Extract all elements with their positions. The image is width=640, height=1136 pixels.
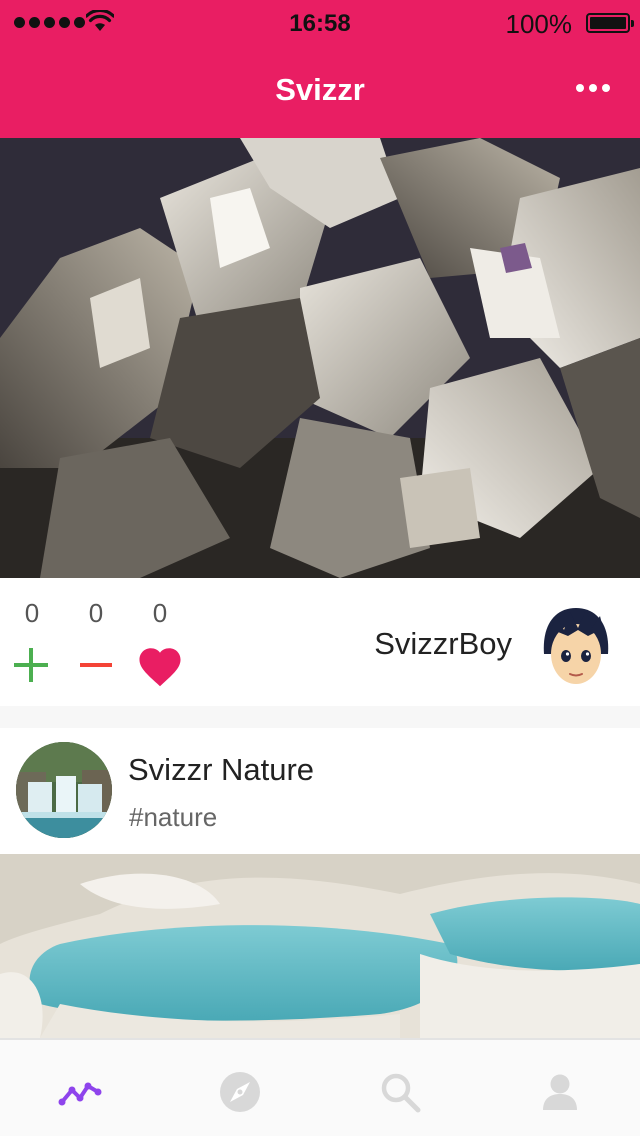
battery-percent: 100% <box>505 9 573 39</box>
post-header[interactable]: Svizzr Nature #nature <box>0 728 640 854</box>
travertine-pools-photo <box>0 854 640 1038</box>
waterfall-avatar <box>16 742 112 838</box>
more-horizontal-icon[interactable] <box>576 84 610 92</box>
bottom-tab-bar <box>0 1038 640 1136</box>
tab-profile[interactable] <box>538 1070 582 1114</box>
like-count: 0 <box>152 598 168 628</box>
heart-icon[interactable] <box>138 646 182 688</box>
upvote-plus-icon[interactable] <box>14 648 48 682</box>
hashtag[interactable]: #nature <box>129 802 217 833</box>
minus-count: 0 <box>88 598 104 628</box>
tab-explore[interactable] <box>218 1070 262 1114</box>
app-header: Svizzr <box>0 46 640 138</box>
post-separator <box>0 706 640 728</box>
tab-activity[interactable] <box>58 1070 102 1114</box>
post-footer: 0 0 0 SvizzrBoy <box>0 578 640 706</box>
anime-boy-avatar <box>530 596 622 688</box>
compass-icon <box>220 1072 260 1112</box>
tab-search[interactable] <box>378 1070 422 1114</box>
channel-name[interactable]: Svizzr Nature <box>128 752 314 788</box>
app-screen: 16:58 100% Svizzr 0 0 0 SvizzrBoy Svizzr… <box>0 0 640 1136</box>
post-author-name[interactable]: SvizzrBoy <box>374 626 512 662</box>
profile-icon <box>543 1074 577 1110</box>
downvote-minus-icon[interactable] <box>80 648 112 682</box>
author-avatar[interactable] <box>530 596 622 688</box>
battery-icon <box>586 13 634 33</box>
plus-count: 0 <box>24 598 40 628</box>
activity-icon <box>58 1082 102 1106</box>
post-image-pyrite[interactable] <box>0 138 640 578</box>
status-bar: 16:58 100% <box>0 0 640 46</box>
app-title: Svizzr <box>275 72 365 107</box>
channel-avatar[interactable] <box>16 742 112 838</box>
post-image-travertine[interactable] <box>0 854 640 1038</box>
pyrite-crystals-photo <box>0 138 640 578</box>
search-icon <box>381 1073 421 1113</box>
